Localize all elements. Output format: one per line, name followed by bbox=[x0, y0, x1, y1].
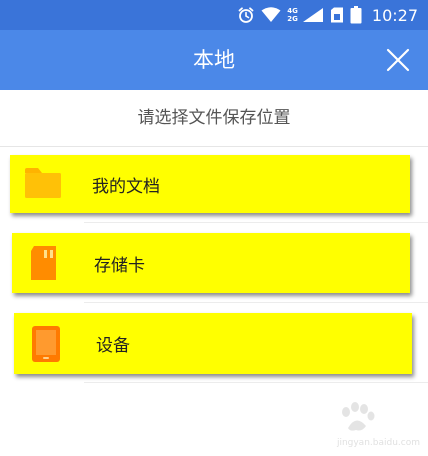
battery-icon bbox=[350, 6, 362, 24]
watermark: jingyan.baidu.com bbox=[300, 402, 420, 448]
divider bbox=[84, 382, 428, 383]
network-type-top: 4G bbox=[287, 7, 298, 15]
folder-icon bbox=[24, 164, 62, 204]
watermark-url: jingyan.baidu.com bbox=[336, 438, 420, 448]
status-time: 10:27 bbox=[371, 5, 418, 25]
divider bbox=[84, 302, 428, 303]
option-label: 存储卡 bbox=[94, 255, 145, 276]
sim-icon bbox=[330, 7, 344, 23]
paw-logo-icon bbox=[342, 402, 375, 431]
network-type-bottom: 2G bbox=[287, 15, 298, 23]
save-location-screen: 4G 2G 10:27 本地 请选择文件保存位置 我的文档 存储卡 设备 jin… bbox=[0, 0, 428, 456]
status-icons: 4G 2G 10:27 bbox=[237, 4, 418, 26]
sd-card-icon bbox=[26, 243, 64, 283]
tablet-icon bbox=[28, 324, 66, 364]
close-icon bbox=[386, 48, 410, 72]
divider bbox=[84, 222, 428, 223]
divider bbox=[0, 146, 428, 147]
option-my-documents[interactable]: 我的文档 bbox=[10, 155, 410, 213]
status-bar: 4G 2G 10:27 bbox=[0, 0, 428, 30]
save-location-prompt: 请选择文件保存位置 bbox=[137, 108, 291, 128]
network-type: 4G 2G bbox=[287, 7, 298, 23]
option-device[interactable]: 设备 bbox=[14, 313, 412, 374]
wifi-icon bbox=[261, 7, 281, 23]
option-label: 我的文档 bbox=[92, 176, 160, 197]
close-button[interactable] bbox=[386, 48, 410, 72]
option-label: 设备 bbox=[96, 336, 130, 356]
option-sd-card[interactable]: 存储卡 bbox=[12, 233, 410, 293]
title-bar: 本地 bbox=[0, 30, 428, 90]
alarm-icon bbox=[237, 6, 255, 24]
signal-icon bbox=[302, 7, 324, 23]
page-title: 本地 bbox=[193, 48, 235, 72]
